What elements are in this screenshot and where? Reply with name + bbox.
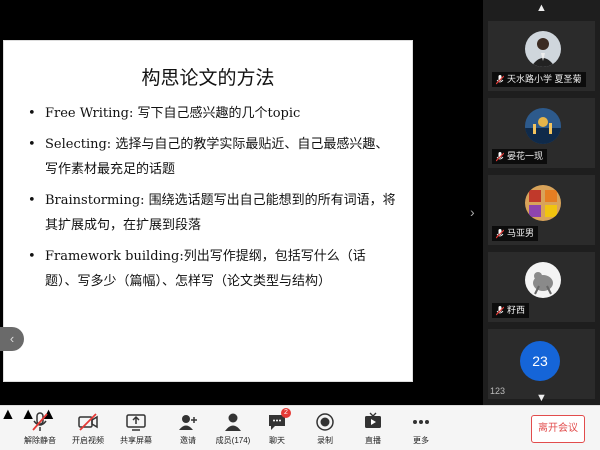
record-icon	[314, 411, 336, 433]
participant-name: 天水路小学 夏圣菊	[507, 74, 582, 84]
live-stream-button[interactable]: 直播	[348, 411, 398, 446]
invite-button[interactable]: 邀请	[163, 411, 213, 446]
invite-label: 邀请	[180, 436, 196, 445]
slide-bullet: Free Writing: 写下自己感兴趣的几个topic	[26, 101, 396, 126]
chat-icon: 2	[266, 408, 291, 433]
participant-avatar	[525, 185, 561, 221]
unmute-button[interactable]: 解除静音	[15, 411, 65, 446]
participant-name-bar: 晏花一现	[492, 149, 548, 164]
user-icon	[222, 411, 244, 433]
participant-tile[interactable]: 籽西	[488, 252, 595, 322]
mic-muted-icon	[496, 305, 504, 316]
participant-tile[interactable]: 晏花一现	[488, 98, 595, 168]
chat-label: 聊天	[269, 436, 285, 445]
participant-name-bar: 籽西	[492, 303, 530, 318]
unmute-label: 解除静音	[24, 436, 56, 445]
participant-name-bar: 马亚男	[492, 226, 539, 241]
start-video-label: 开启视频	[72, 436, 104, 445]
participant-name: 晏花一现	[507, 151, 544, 161]
more-label: 更多	[413, 436, 429, 445]
share-screen-button[interactable]: 共享屏幕	[111, 411, 161, 446]
members-label: 成员(174)	[215, 436, 251, 445]
participant-tile[interactable]: 天水路小学 夏圣菊	[488, 21, 595, 91]
record-button[interactable]: 录制	[300, 411, 350, 446]
live-icon	[362, 411, 384, 433]
chat-button[interactable]: 2 聊天	[252, 408, 302, 446]
start-video-button[interactable]: 开启视频	[63, 411, 113, 446]
mic-muted-icon	[496, 151, 504, 162]
participant-name: 籽西	[507, 305, 526, 315]
chevron-up-icon[interactable]: ▲	[0, 406, 16, 423]
video-off-icon	[77, 411, 99, 433]
mic-muted-icon	[496, 74, 504, 85]
scroll-up-arrow-icon[interactable]: ▲	[483, 0, 600, 18]
presentation-slide: 构思论文的方法 Free Writing: 写下自己感兴趣的几个topic Se…	[3, 40, 413, 382]
mic-muted-icon	[29, 411, 51, 433]
live-label: 直播	[365, 436, 381, 445]
participant-name-bar: 天水路小学 夏圣菊	[492, 72, 586, 87]
more-dots-icon	[410, 411, 432, 433]
mic-muted-icon	[496, 228, 504, 239]
scroll-down-arrow-icon[interactable]: ▼	[483, 392, 600, 406]
slide-bullet: Selecting: 选择与自己的教学实际最贴近、自己最感兴趣、写作素材最充足的…	[26, 132, 396, 182]
participant-avatar	[525, 31, 561, 67]
more-button[interactable]: 更多	[396, 411, 446, 446]
participant-overflow-count: 23	[520, 341, 560, 381]
slide-bullet: Brainstorming: 围绕选话题写出自己能想到的所有词语，将其扩展成句，…	[26, 188, 396, 238]
shared-screen-area: 构思论文的方法 Free Writing: 写下自己感兴趣的几个topic Se…	[0, 0, 483, 405]
participant-avatar	[525, 262, 561, 298]
participant-video-sidebar: ▲ 天水路小学 夏圣菊 晏花一现 马亚男 籽西 23 123 ▼	[483, 0, 600, 405]
slide-bullet: Framework building:列出写作提纲，包括写什么（话题）、写多少（…	[26, 244, 396, 294]
collapse-left-tab[interactable]: ‹	[0, 327, 24, 351]
share-screen-label: 共享屏幕	[120, 436, 152, 445]
leave-meeting-button[interactable]: 离开会议	[531, 415, 585, 443]
chevron-left-icon: ‹	[9, 331, 15, 346]
participant-avatar	[525, 108, 561, 144]
chat-unread-badge: 2	[281, 408, 291, 418]
chevron-right-icon[interactable]: ›	[470, 204, 475, 220]
add-user-icon	[177, 411, 199, 433]
share-screen-icon	[125, 411, 147, 433]
participant-tile[interactable]: 马亚男	[488, 175, 595, 245]
participant-name: 马亚男	[507, 228, 535, 238]
slide-bullet-list: Free Writing: 写下自己感兴趣的几个topic Selecting:…	[26, 101, 396, 300]
slide-title: 构思论文的方法	[141, 67, 275, 89]
members-button[interactable]: 成员(174)	[208, 411, 258, 446]
meeting-toolbar: 解除静音 ▲ 开启视频 ▲ 共享屏幕 ▲ 邀请 成员(174) 2 聊天 录制 …	[0, 405, 600, 450]
record-label: 录制	[317, 436, 333, 445]
